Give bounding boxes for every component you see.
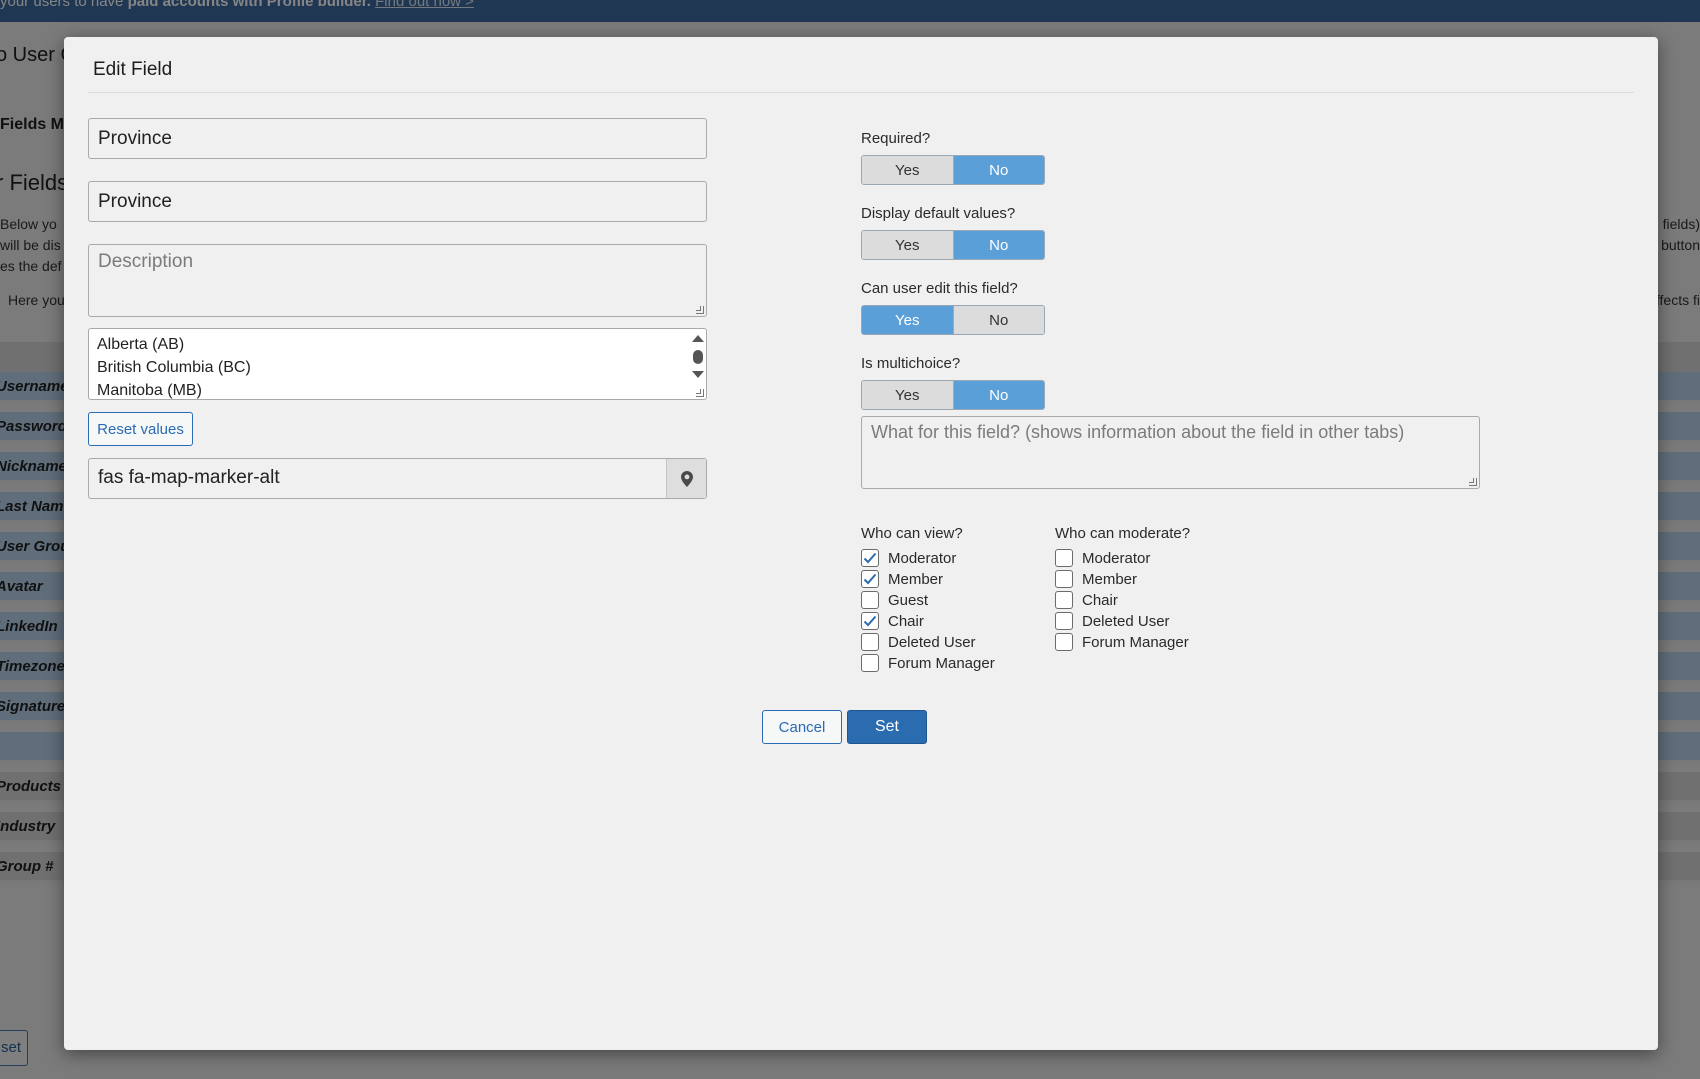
- scroll-up-icon[interactable]: [692, 335, 704, 342]
- required-yes-button[interactable]: Yes: [862, 156, 953, 184]
- reset-values-button[interactable]: Reset values: [88, 412, 193, 446]
- moderate-chair-checkbox[interactable]: Chair: [1055, 591, 1118, 609]
- modal-divider: [88, 92, 1634, 93]
- list-item[interactable]: British Columbia (BC): [97, 356, 698, 379]
- user-edit-no-button[interactable]: No: [953, 306, 1044, 334]
- checkbox-unchecked-icon[interactable]: [1055, 612, 1073, 630]
- set-button[interactable]: Set: [847, 710, 927, 744]
- multichoice-no-button[interactable]: No: [953, 381, 1044, 409]
- checkbox-checked-icon[interactable]: [861, 612, 879, 630]
- display-default-label: Display default values?: [861, 205, 1016, 222]
- description-textarea[interactable]: Description: [88, 244, 707, 317]
- checkbox-label: Forum Manager: [1082, 633, 1189, 651]
- required-no-button[interactable]: No: [953, 156, 1044, 184]
- multichoice-label: Is multichoice?: [861, 355, 961, 372]
- scroll-thumb[interactable]: [693, 350, 703, 364]
- resize-handle-icon[interactable]: [1469, 478, 1477, 486]
- checkbox-checked-icon[interactable]: [861, 570, 879, 588]
- required-label: Required?: [861, 130, 931, 147]
- cancel-button[interactable]: Cancel: [762, 710, 842, 744]
- moderate-member-checkbox[interactable]: Member: [1055, 570, 1137, 588]
- view-deleted-user-checkbox[interactable]: Deleted User: [861, 633, 976, 651]
- icon-class-input[interactable]: fas fa-map-marker-alt: [89, 459, 666, 498]
- checkbox-label: Moderator: [1082, 549, 1151, 567]
- icon-input-group: fas fa-map-marker-alt: [88, 458, 707, 499]
- multichoice-yes-button[interactable]: Yes: [862, 381, 953, 409]
- info-textarea[interactable]: What for this field? (shows information …: [861, 416, 1480, 489]
- who-can-view-label: Who can view?: [861, 525, 963, 542]
- view-chair-checkbox[interactable]: Chair: [861, 612, 924, 630]
- display-default-yes-button[interactable]: Yes: [862, 231, 953, 259]
- checkbox-label: Forum Manager: [888, 654, 995, 672]
- checkbox-label: Chair: [888, 612, 924, 630]
- list-item[interactable]: Manitoba (MB): [97, 379, 698, 399]
- moderate-deleted-user-checkbox[interactable]: Deleted User: [1055, 612, 1170, 630]
- checkbox-label: Member: [1082, 570, 1138, 588]
- checkbox-unchecked-icon[interactable]: [1055, 570, 1073, 588]
- checkbox-label: Member: [888, 570, 944, 588]
- checkbox-label: Moderator: [888, 549, 957, 567]
- map-marker-icon[interactable]: [666, 459, 706, 498]
- scroll-down-icon[interactable]: [692, 371, 704, 378]
- display-default-toggle: Yes No: [861, 230, 1045, 260]
- modal-title: Edit Field: [93, 59, 173, 80]
- moderate-forum-manager-checkbox[interactable]: Forum Manager: [1055, 633, 1189, 651]
- checkbox-unchecked-icon[interactable]: [861, 633, 879, 651]
- resize-handle-icon[interactable]: [696, 306, 704, 314]
- checkbox-unchecked-icon[interactable]: [861, 654, 879, 672]
- who-can-moderate-label: Who can moderate?: [1055, 525, 1191, 542]
- listbox-scrollbar[interactable]: [690, 331, 704, 395]
- checkbox-label: Deleted User: [1082, 612, 1170, 630]
- checkbox-label: Guest: [888, 591, 929, 609]
- view-moderator-checkbox[interactable]: Moderator: [861, 549, 956, 567]
- edit-field-modal: Edit Field Province Province Description…: [64, 37, 1658, 1050]
- checkbox-unchecked-icon[interactable]: [1055, 549, 1073, 567]
- options-listbox[interactable]: Alberta (AB) British Columbia (BC) Manit…: [88, 328, 707, 400]
- multichoice-toggle: Yes No: [861, 380, 1045, 410]
- checkbox-label: Chair: [1082, 591, 1118, 609]
- checkbox-label: Deleted User: [888, 633, 976, 651]
- view-forum-manager-checkbox[interactable]: Forum Manager: [861, 654, 995, 672]
- info-placeholder: What for this field? (shows information …: [871, 422, 1405, 442]
- required-toggle: Yes No: [861, 155, 1045, 185]
- moderate-moderator-checkbox[interactable]: Moderator: [1055, 549, 1150, 567]
- description-placeholder: Description: [98, 251, 194, 272]
- checkbox-checked-icon[interactable]: [861, 549, 879, 567]
- resize-handle-icon[interactable]: [696, 389, 704, 397]
- display-default-no-button[interactable]: No: [953, 231, 1044, 259]
- field-label-input[interactable]: Province: [88, 181, 707, 222]
- list-item[interactable]: Alberta (AB): [97, 333, 698, 356]
- view-member-checkbox[interactable]: Member: [861, 570, 943, 588]
- checkbox-unchecked-icon[interactable]: [861, 591, 879, 609]
- checkbox-unchecked-icon[interactable]: [1055, 591, 1073, 609]
- field-name-input[interactable]: Province: [88, 118, 707, 159]
- user-edit-label: Can user edit this field?: [861, 280, 1018, 297]
- user-edit-toggle: Yes No: [861, 305, 1045, 335]
- view-guest-checkbox[interactable]: Guest: [861, 591, 928, 609]
- checkbox-unchecked-icon[interactable]: [1055, 633, 1073, 651]
- user-edit-yes-button[interactable]: Yes: [862, 306, 953, 334]
